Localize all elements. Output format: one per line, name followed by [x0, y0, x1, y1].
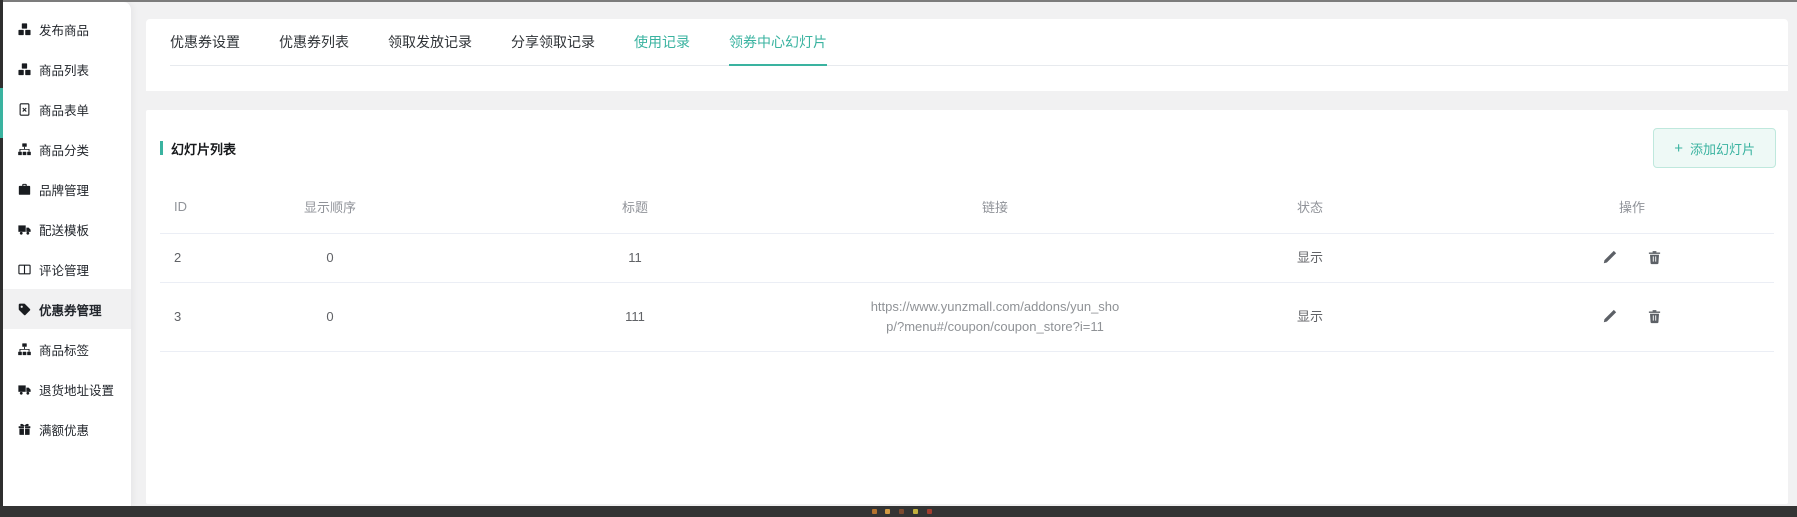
sidebar-item[interactable]: 满额优惠	[2, 409, 131, 449]
section-title-accent-bar	[160, 141, 163, 155]
sidebar-item-label: 商品标签	[39, 340, 89, 359]
table-header-row: ID 显示顺序 标题 链接 状态 操作	[160, 180, 1774, 233]
bottom-bar-speck	[927, 509, 932, 514]
sidebar-item-label: 退货地址设置	[39, 380, 114, 399]
sidebar-item[interactable]: 商品分类	[2, 129, 131, 169]
sidebar-item[interactable]: 优惠券管理	[2, 289, 131, 329]
cell-actions	[1490, 282, 1774, 351]
main-area: 优惠券设置 优惠券列表 领取发放记录 分享领取记录 使用记录 领券中心幻灯片 幻…	[146, 19, 1788, 504]
sidebar-item[interactable]: 评论管理	[2, 249, 131, 289]
tab-label: 优惠券设置	[170, 34, 240, 50]
bottom-bar-speck	[872, 509, 877, 514]
col-header-title: 标题	[410, 180, 860, 233]
cell-order: 0	[250, 282, 410, 351]
cell-order: 0	[250, 233, 410, 282]
tab-label: 领券中心幻灯片	[729, 34, 827, 50]
cubes-icon	[17, 22, 31, 36]
columns-icon	[17, 262, 31, 276]
col-header-actions: 操作	[1490, 180, 1774, 233]
sidebar-item-label: 商品列表	[39, 60, 89, 79]
left-edge-accent-indicator	[0, 88, 3, 138]
delete-icon[interactable]	[1647, 309, 1662, 324]
sidebar: 发布商品 商品列表 商品表单 商品分类 品牌管理 配送模板 评论管理 优惠券管理…	[2, 2, 132, 506]
cell-title: 11	[410, 233, 860, 282]
content-card: 幻灯片列表 + 添加幻灯片 ID 显示顺序 标题 链接 状态 操作	[146, 110, 1788, 504]
col-header-order: 显示顺序	[250, 180, 410, 233]
delete-icon[interactable]	[1647, 250, 1662, 265]
tab[interactable]: 领取发放记录	[388, 19, 472, 65]
tab[interactable]: 优惠券列表	[279, 19, 349, 65]
cell-actions	[1490, 233, 1774, 282]
cell-link: https://www.yunzmall.com/addons/yun_shop…	[860, 282, 1130, 351]
sitemap-icon	[17, 142, 31, 156]
edit-icon[interactable]	[1602, 250, 1617, 265]
window-top-edge	[0, 0, 1797, 2]
tag-icon	[17, 302, 31, 316]
cell-status: 显示	[1130, 233, 1490, 282]
sidebar-item-label: 优惠券管理	[39, 300, 102, 319]
table-body: 2 0 11 显示 3 0	[160, 233, 1774, 351]
edit-icon[interactable]	[1602, 309, 1617, 324]
sidebar-item-label: 配送模板	[39, 220, 89, 239]
bottom-bar-speck	[885, 509, 890, 514]
slide-table: ID 显示顺序 标题 链接 状态 操作 2 0 11 显示	[160, 180, 1774, 352]
cell-title: 111	[410, 282, 860, 351]
section-title: 幻灯片列表	[160, 139, 236, 158]
sidebar-item-label: 发布商品	[39, 20, 89, 39]
tab-label: 领取发放记录	[388, 34, 472, 50]
gift-icon	[17, 422, 31, 436]
table-row: 2 0 11 显示	[160, 233, 1774, 282]
cell-link	[860, 233, 1130, 282]
window-left-edge	[0, 0, 3, 517]
sidebar-item-label: 品牌管理	[39, 180, 89, 199]
sidebar-item[interactable]: 发布商品	[2, 9, 131, 49]
sidebar-item-label: 满额优惠	[39, 420, 89, 439]
plus-icon: +	[1674, 141, 1683, 156]
tab-label: 使用记录	[634, 34, 690, 50]
sidebar-item[interactable]: 商品标签	[2, 329, 131, 369]
add-slide-button[interactable]: + 添加幻灯片	[1653, 128, 1776, 168]
sidebar-item[interactable]: 配送模板	[2, 209, 131, 249]
col-header-id: ID	[160, 180, 250, 233]
bottom-bar	[0, 506, 1797, 517]
file-excel-icon	[17, 102, 31, 116]
bottom-bar-speck	[899, 509, 904, 514]
sidebar-item[interactable]: 商品列表	[2, 49, 131, 89]
truck-icon	[17, 222, 31, 236]
tab[interactable]: 分享领取记录	[511, 19, 595, 65]
panel-header: 幻灯片列表 + 添加幻灯片	[146, 110, 1788, 180]
sidebar-item-label: 商品表单	[39, 100, 89, 119]
sidebar-item[interactable]: 退货地址设置	[2, 369, 131, 409]
table-row: 3 0 111 https://www.yunzmall.com/addons/…	[160, 282, 1774, 351]
sidebar-item-label: 商品分类	[39, 140, 89, 159]
truck-icon	[17, 382, 31, 396]
briefcase-icon	[17, 182, 31, 196]
bottom-bar-speck	[913, 509, 918, 514]
tab-card: 优惠券设置 优惠券列表 领取发放记录 分享领取记录 使用记录 领券中心幻灯片	[146, 19, 1788, 91]
sitemap-icon	[17, 342, 31, 356]
tab[interactable]: 使用记录	[634, 19, 690, 65]
tab-label: 优惠券列表	[279, 34, 349, 50]
cubes-icon	[17, 62, 31, 76]
cell-id: 3	[160, 282, 250, 351]
col-header-link: 链接	[860, 180, 1130, 233]
sidebar-item-label: 评论管理	[39, 260, 89, 279]
sidebar-item[interactable]: 品牌管理	[2, 169, 131, 209]
col-header-status: 状态	[1130, 180, 1490, 233]
tab-bar: 优惠券设置 优惠券列表 领取发放记录 分享领取记录 使用记录 领券中心幻灯片	[170, 19, 1788, 66]
tab[interactable]: 优惠券设置	[170, 19, 240, 65]
tab-label: 分享领取记录	[511, 34, 595, 50]
cell-id: 2	[160, 233, 250, 282]
tab[interactable]: 领券中心幻灯片	[729, 19, 827, 65]
cell-status: 显示	[1130, 282, 1490, 351]
sidebar-menu: 发布商品 商品列表 商品表单 商品分类 品牌管理 配送模板 评论管理 优惠券管理…	[2, 9, 131, 449]
sidebar-item[interactable]: 商品表单	[2, 89, 131, 129]
